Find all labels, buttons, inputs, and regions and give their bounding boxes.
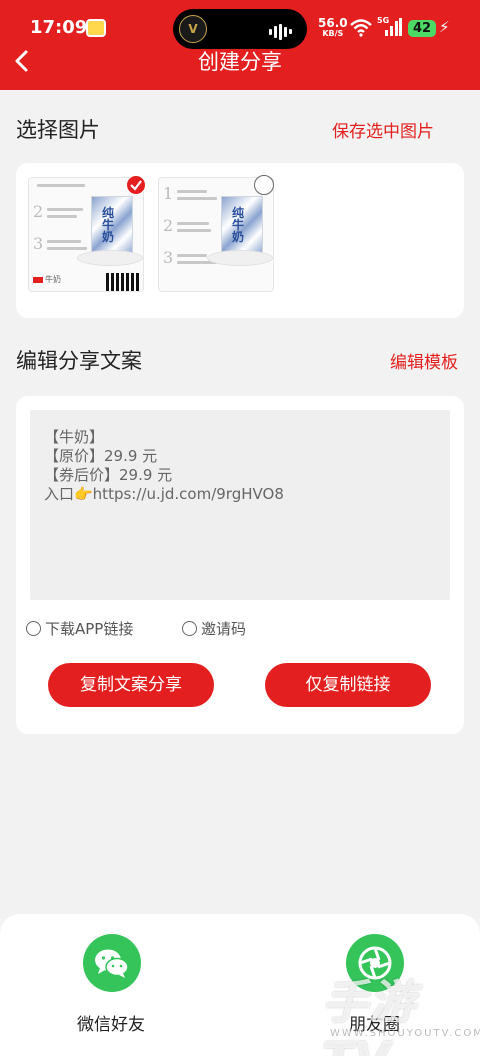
copy-and-share-button[interactable]: 复制文案分享 [48, 663, 214, 707]
audio-wave-icon [269, 21, 295, 40]
dynamic-island: V [173, 9, 307, 49]
download-app-link-option[interactable]: 下载APP链接 [26, 618, 133, 639]
milk-splash-image [77, 250, 143, 266]
charging-icon: ⚡ [439, 18, 450, 36]
status-time: 17:09 [30, 17, 88, 38]
copy-line-link: 入口👉https://u.jd.com/9rgHVO8 [44, 485, 284, 503]
wechat-friend-label[interactable]: 微信好友 [77, 1010, 145, 1035]
share-image-1[interactable]: 2 3 纯牛奶 牛奶 [28, 177, 144, 292]
network-speed: 56.0 KB/S [318, 16, 348, 38]
image-1-checked-icon[interactable] [126, 175, 146, 195]
store-tag-label: 牛奶 [45, 275, 61, 284]
copy-editor-card: 【牛奶】 【原价】29.9 元 【券后价】29.9 元 入口👉https://u… [16, 396, 464, 734]
milk-carton-image: 纯牛奶 [221, 196, 263, 256]
store-tag-icon [33, 277, 43, 283]
watermark-logo: 手游TV [322, 975, 416, 1056]
milk-carton-image: 纯牛奶 [91, 196, 133, 256]
edit-template-link[interactable]: 编辑模板 [390, 348, 458, 373]
invite-code-option[interactable]: 邀请码 [182, 618, 246, 639]
battery-indicator: 42 [408, 20, 436, 37]
signal-icon [385, 18, 402, 36]
image-2-unchecked-icon[interactable] [254, 175, 274, 195]
edit-copy-heading: 编辑分享文案 [16, 349, 142, 373]
copy-link-only-button[interactable]: 仅复制链接 [265, 663, 431, 707]
image-picker-card: 2 3 纯牛奶 牛奶 1 2 3 纯牛奶 [16, 163, 464, 318]
app-notification-icon [86, 19, 106, 37]
share-image-2[interactable]: 1 2 3 纯牛奶 [158, 177, 274, 292]
milk-splash-image [207, 250, 273, 266]
top-bar: 17:09 V 56.0 KB/S 5G 42 ⚡ 创建分享 [0, 0, 480, 90]
copy-line-coupon-price: 【券后价】29.9 元 [44, 466, 173, 484]
share-copy-textarea[interactable]: 【牛奶】 【原价】29.9 元 【券后价】29.9 元 入口👉https://u… [30, 410, 450, 600]
copy-line-original-price: 【原价】29.9 元 [44, 447, 158, 465]
wifi-icon [350, 19, 372, 37]
qr-code [106, 273, 140, 291]
select-images-heading: 选择图片 [16, 118, 100, 142]
wechat-icon[interactable] [83, 934, 141, 992]
watermark-url: WWW.SHOUYOUTV.COM [330, 1028, 480, 1039]
radio-icon [26, 621, 41, 636]
copy-line-product: 【牛奶】 [44, 428, 105, 446]
radio-icon [182, 621, 197, 636]
save-selected-images-link[interactable]: 保存选中图片 [332, 117, 434, 142]
page-title: 创建分享 [198, 50, 282, 74]
island-app-logo: V [179, 15, 207, 43]
